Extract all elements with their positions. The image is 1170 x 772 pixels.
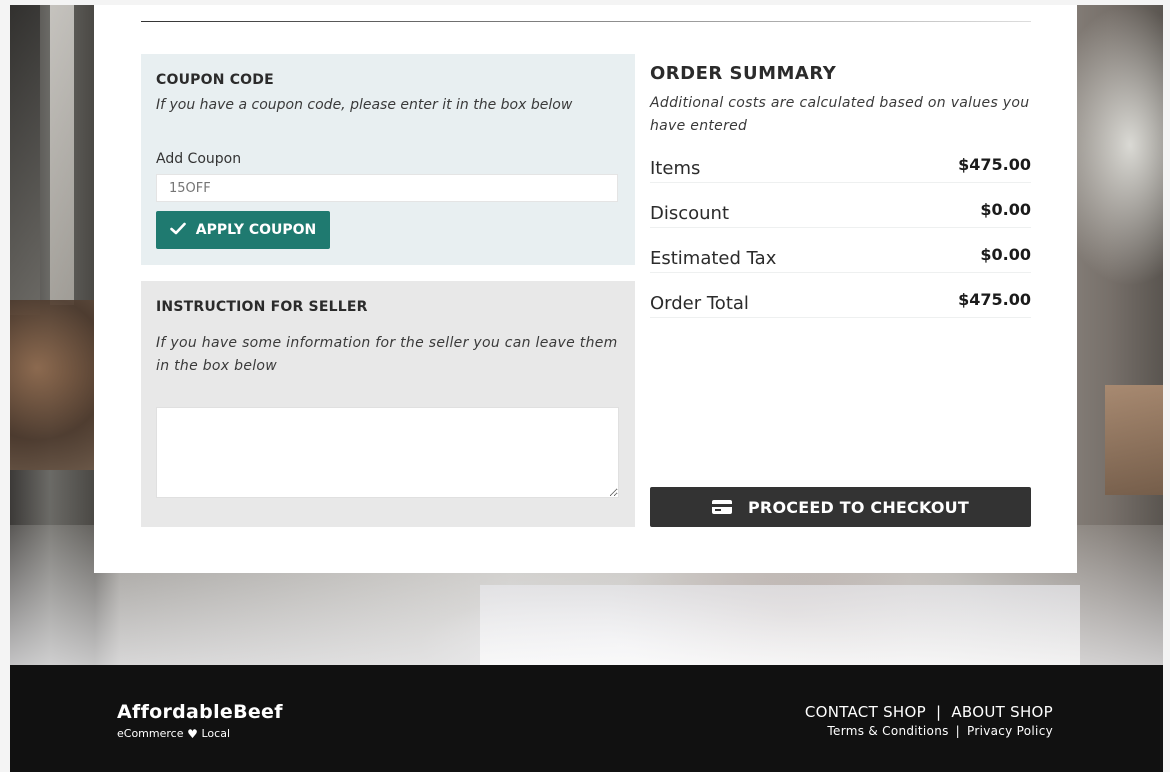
summary-label: Discount [650, 203, 730, 224]
summary-value: $0.00 [980, 245, 1031, 264]
proceed-to-checkout-button[interactable]: PROCEED TO CHECKOUT [650, 487, 1031, 527]
summary-row-discount: Discount $0.00 [650, 194, 1031, 228]
instructions-subtitle: If you have some information for the sel… [156, 335, 618, 374]
summary-value: $475.00 [958, 290, 1031, 309]
summary-label: Items [650, 158, 701, 179]
summary-row-total: Order Total $475.00 [650, 284, 1031, 318]
order-summary-title: ORDER SUMMARY [650, 63, 837, 84]
brand-name: AffordableBeef [117, 701, 283, 723]
link-separator: | [955, 724, 961, 738]
tagline-left: eCommerce [117, 727, 184, 740]
tagline-right: Local [201, 727, 230, 740]
checkout-label: PROCEED TO CHECKOUT [748, 497, 969, 517]
coupon-subtitle: If you have a coupon code, please enter … [156, 97, 573, 113]
summary-row-tax: Estimated Tax $0.00 [650, 239, 1031, 273]
footer-nav: CONTACT SHOP | ABOUT SHOP [805, 703, 1053, 721]
summary-label: Estimated Tax [650, 248, 777, 269]
coupon-label: Add Coupon [156, 151, 242, 167]
seller-instructions-panel: INSTRUCTION FOR SELLER If you have some … [141, 281, 635, 527]
seller-instructions-textarea[interactable] [156, 407, 619, 498]
about-shop-link[interactable]: ABOUT SHOP [951, 703, 1053, 721]
checkout-card: COUPON CODE If you have a coupon code, p… [94, 5, 1077, 573]
order-summary-subtitle: Additional costs are calculated based on… [650, 95, 1030, 134]
apply-coupon-label: APPLY COUPON [195, 222, 317, 238]
coupon-title: COUPON CODE [156, 72, 274, 88]
summary-row-items: Items $475.00 [650, 149, 1031, 183]
summary-value: $475.00 [958, 155, 1031, 174]
link-separator: | [935, 703, 942, 721]
summary-value: $0.00 [980, 200, 1031, 219]
brand-tagline: eCommerce ♥ Local [117, 727, 230, 740]
privacy-link[interactable]: Privacy Policy [967, 724, 1053, 738]
instructions-title: INSTRUCTION FOR SELLER [156, 299, 368, 315]
apply-coupon-button[interactable]: APPLY COUPON [156, 211, 330, 249]
coupon-panel: COUPON CODE If you have a coupon code, p… [141, 54, 635, 265]
heart-icon: ♥ [187, 726, 198, 741]
footer-legal: Terms & Conditions | Privacy Policy [827, 724, 1053, 738]
terms-link[interactable]: Terms & Conditions [827, 724, 948, 738]
order-summary: ORDER SUMMARY Additional costs are calcu… [650, 63, 1031, 318]
site-footer: AffordableBeef eCommerce ♥ Local CONTACT… [10, 665, 1163, 772]
coupon-input[interactable] [156, 174, 618, 202]
summary-label: Order Total [650, 293, 749, 314]
divider [141, 21, 1031, 22]
contact-shop-link[interactable]: CONTACT SHOP [805, 703, 926, 721]
credit-card-icon [712, 500, 732, 514]
check-icon [169, 222, 186, 239]
